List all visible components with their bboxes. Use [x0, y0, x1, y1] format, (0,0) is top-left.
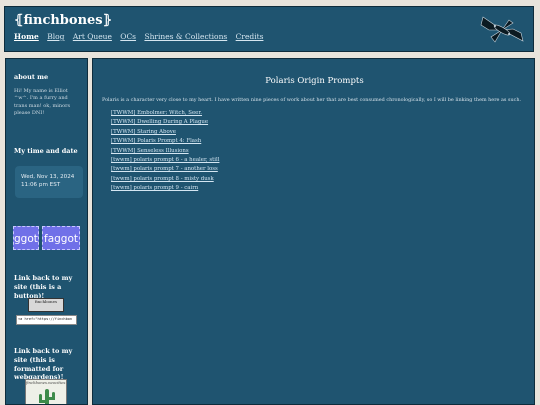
- clock-date: Wed, Nov 13, 2024: [21, 174, 75, 180]
- prompt-link[interactable]: [twwm] polaris prompt 7 - another loss: [111, 166, 218, 172]
- clock-widget: Wed, Nov 13, 2024 11:06 pm EST: [15, 166, 83, 198]
- about-text: Hi! My name is Elliot ^w^. I'm a furry a…: [14, 88, 71, 116]
- embed-code-text: <a href="https://finchbon: [18, 317, 73, 321]
- site-header: ⦃finchbones⦄ Home Blog Art Queue OCs Shr…: [4, 6, 534, 52]
- sidebar: about me Hi! My name is Elliot ^w^. I'm …: [5, 58, 88, 405]
- page-title: Polaris Origin Prompts: [265, 76, 364, 86]
- prompt-link[interactable]: [TWWM] Polaris Prompt 4: Flash: [111, 138, 201, 144]
- nav-shrines-link[interactable]: Shrines & Collections: [144, 32, 227, 41]
- prompt-link[interactable]: [TWWM] Embolmer; Witch, Seer.: [111, 110, 202, 116]
- link-back-heading: Link back to my site (this is a button)!: [14, 274, 73, 300]
- list-item: [twwm] polaris prompt 9 - cairn: [111, 184, 219, 193]
- about-heading: about me: [14, 73, 49, 81]
- site-button-text: finchbones: [34, 299, 58, 304]
- list-item: [TWWM] Senseless Illusions: [111, 147, 219, 156]
- embed-code-box[interactable]: <a href="https://finchbon: [16, 315, 77, 325]
- site-title[interactable]: ⦃finchbones⦄: [14, 13, 112, 28]
- webgarden-heading: Link back to my site (this is formatted …: [14, 347, 73, 382]
- list-item: [twwm] polaris prompt 7 - another loss: [111, 165, 219, 174]
- list-item: [twwm] polaris prompt 8 - misty dusk: [111, 175, 219, 184]
- main-content: Polaris Origin Prompts Polaris is a char…: [92, 58, 535, 405]
- prompt-list: [TWWM] Embolmer; Witch, Seer. [TWWM] Dwe…: [111, 109, 219, 194]
- cactus-icon: [39, 389, 55, 404]
- nav-home-link[interactable]: Home: [14, 32, 39, 41]
- nav-ocs-link[interactable]: OCs: [120, 32, 136, 41]
- nav-blog-link[interactable]: Blog: [47, 32, 64, 41]
- nav-bar: Home Blog Art Queue OCs Shrines & Collec…: [14, 32, 269, 41]
- prompt-link[interactable]: [TWWM] Dwelling During A Plague: [111, 119, 208, 125]
- list-item: [TWWM] Polaris Prompt 4: Flash: [111, 137, 219, 146]
- list-item: [TWWM] Staring Above: [111, 128, 219, 137]
- webgarden-button[interactable]: finchbones.neocities.org: [25, 379, 67, 404]
- clock-time: 11:06 pm EST: [21, 182, 61, 189]
- intro-text: Polaris is a character very close to my …: [102, 97, 522, 103]
- prompt-link[interactable]: [twwm] polaris prompt 6 - a healer, stil…: [111, 157, 219, 163]
- stamp-text-right: faggot: [44, 233, 79, 245]
- prompt-link[interactable]: [twwm] polaris prompt 8 - misty dusk: [111, 176, 214, 182]
- prompt-link[interactable]: [TWWM] Senseless Illusions: [111, 148, 189, 154]
- prompt-link[interactable]: [twwm] polaris prompt 9 - cairn: [111, 185, 198, 191]
- stamp-image-left[interactable]: ggot: [13, 226, 39, 250]
- time-heading: My time and date: [14, 147, 78, 155]
- list-item: [TWWM] Dwelling During A Plague: [111, 118, 219, 127]
- site-button-88x31[interactable]: finchbones: [28, 298, 64, 312]
- nav-art-queue-link[interactable]: Art Queue: [73, 32, 112, 41]
- nav-credits-link[interactable]: Credits: [236, 32, 264, 41]
- list-item: [TWWM] Embolmer; Witch, Seer.: [111, 109, 219, 118]
- list-item: [twwm] polaris prompt 6 - a healer, stil…: [111, 156, 219, 165]
- stamp-image-right[interactable]: faggot: [42, 226, 80, 250]
- prompt-link[interactable]: [TWWM] Staring Above: [111, 129, 176, 135]
- moth-icon: [480, 16, 524, 43]
- stamp-text-left: ggot: [14, 233, 38, 245]
